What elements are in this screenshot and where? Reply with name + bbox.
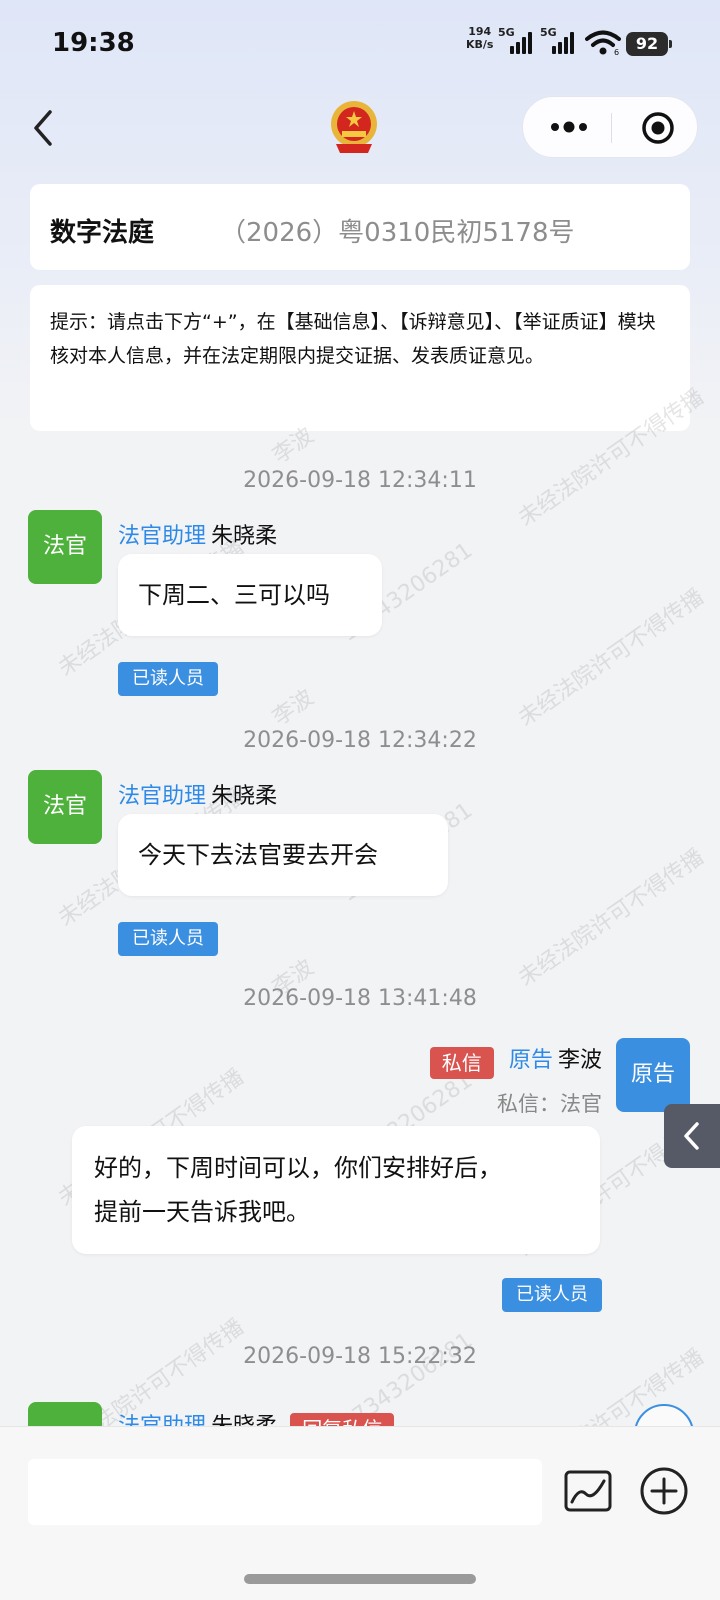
avatar[interactable]: 法官 — [28, 510, 102, 584]
sender-name: 朱晓柔 — [211, 784, 278, 809]
reply-private-tag: 回复私信 — [290, 1412, 395, 1426]
chevron-left-icon[interactable] — [28, 108, 58, 148]
sender-role: 法官助理 — [118, 524, 207, 549]
message-line: 好的，下周时间可以，你们安排好后， — [94, 1154, 502, 1182]
sender-role: 法官助理 — [118, 784, 207, 809]
read-members-button[interactable]: 已读人员 — [118, 662, 218, 696]
home-indicator[interactable] — [244, 1574, 476, 1584]
private-message-tag: 私信 — [429, 1046, 494, 1079]
message-timestamp: 2026-09-18 12:34:11 — [243, 468, 477, 493]
read-members-button[interactable]: 已读人员 — [502, 1278, 602, 1312]
status-time: 19:38 — [52, 28, 135, 58]
watermark: 未经法院许可不得传播 — [514, 584, 709, 732]
message-bubble[interactable]: 下周二、三可以吗 — [118, 554, 382, 636]
sender-name: 朱晓柔 — [211, 1414, 277, 1426]
avatar[interactable] — [28, 1402, 102, 1426]
watermark: 李波 — [268, 685, 319, 731]
mini-program-capsule — [522, 96, 698, 158]
sender-name: 李波 — [557, 1048, 602, 1073]
message-timestamp: 2026-09-18 13:41:48 — [243, 986, 477, 1011]
record-circle-icon[interactable] — [641, 111, 675, 145]
message-bubble[interactable]: 好的，下周时间可以，你们安排好后， 提前一天告诉我吧。 — [72, 1126, 600, 1254]
message-bubble[interactable]: 今天下去法官要去开会 — [118, 814, 448, 896]
court-title: 数字法庭 — [50, 218, 155, 248]
message-input[interactable] — [28, 1459, 542, 1525]
battery-indicator: 92 — [626, 32, 672, 56]
message-timestamp: 2026-09-18 12:34:22 — [243, 728, 477, 753]
more-dots-icon[interactable] — [547, 115, 591, 139]
sender-role: 原告 — [508, 1048, 553, 1073]
tip-card: 提示：请点击下方“+”，在【基础信息】、【诉辩意见】、【举证质证】模块核对本人信… — [30, 285, 690, 431]
avatar[interactable]: 法官 — [28, 770, 102, 844]
net-speed-unit: KB/s — [466, 38, 494, 51]
image-chart-icon[interactable] — [563, 1469, 613, 1515]
plus-circle-icon[interactable] — [638, 1465, 690, 1517]
wifi-sub: 6 — [614, 48, 619, 56]
capsule-divider — [611, 113, 612, 143]
case-number: （2026）粤0310民初5178号 — [220, 218, 575, 248]
avatar[interactable]: 原告 — [616, 1038, 690, 1112]
sender-info: 法官助理 朱晓柔 — [118, 518, 277, 550]
sender-info: 私信 原告 李波 — [429, 1042, 602, 1079]
sender-info: 法官助理 朱晓柔 — [118, 778, 277, 810]
national-emblem-icon — [331, 101, 377, 153]
side-panel-toggle-icon[interactable] — [664, 1104, 720, 1168]
net-speed: 194 KB/s — [466, 25, 493, 51]
sender-info: 法官助理 朱晓柔 回复私信 — [118, 1408, 404, 1426]
message-timestamp: 2026-09-18 15:22:32 — [243, 1344, 477, 1369]
private-recipient: 私信：法官 — [497, 1092, 602, 1116]
partial-message: 法官助理 朱晓柔 回复私信 — [0, 1380, 720, 1426]
net-speed-value: 194 — [468, 25, 492, 38]
watermark: 未经法院许可不得传播 — [514, 844, 709, 992]
wifi-icon: 6 — [585, 30, 621, 56]
message-line: 提前一天告诉我吧。 — [94, 1198, 310, 1226]
case-title-card: 数字法庭 （2026）粤0310民初5178号 — [30, 184, 690, 270]
status-bar: 19:38 194 KB/s 5G 5G 6 92 — [0, 0, 720, 88]
sender-name: 朱晓柔 — [211, 524, 278, 549]
read-members-button[interactable]: 已读人员 — [118, 922, 218, 956]
sender-role: 法官助理 — [118, 1414, 206, 1426]
